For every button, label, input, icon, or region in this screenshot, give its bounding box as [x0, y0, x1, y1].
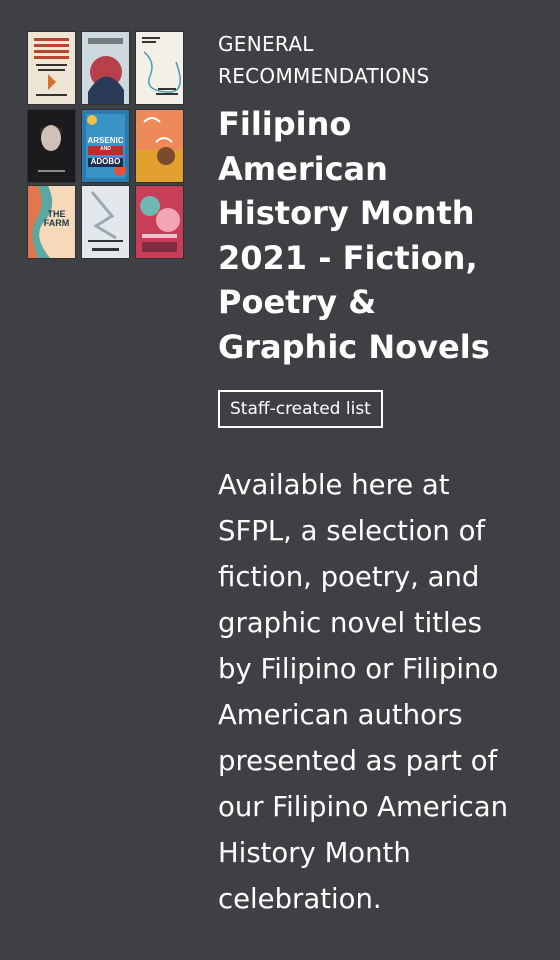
category-label: GENERAL RECOMMENDATIONS	[218, 32, 430, 88]
book-cover-revolution-raymundo-mata[interactable]	[28, 32, 75, 104]
book-cover-babaylan[interactable]	[82, 186, 129, 258]
list-title[interactable]: Filipino American History Month 2021 - F…	[218, 102, 548, 369]
staff-created-list-badge: Staff-created list	[218, 390, 383, 428]
book-cover-ambuscade[interactable]	[82, 32, 129, 104]
list-details: GENERAL RECOMMENDATIONS Filipino America…	[218, 28, 548, 922]
cover-art	[136, 110, 183, 182]
cover-art	[82, 32, 129, 104]
book-cover-arsenic-and-adobo[interactable]: ARSENIC AND ADOBO	[82, 110, 129, 182]
cover-title-adobo: ADOBO	[90, 157, 121, 166]
cover-art	[28, 110, 75, 182]
cover-art	[136, 32, 183, 104]
cover-title-arsenic: ARSENIC	[87, 136, 124, 145]
cover-art	[28, 32, 75, 104]
book-covers-collage[interactable]: ARSENIC AND ADOBO THE FARM	[28, 32, 184, 262]
book-cover-robin-hemley[interactable]	[28, 110, 75, 182]
cover-title-and: AND	[100, 146, 111, 152]
book-cover-pink-abstract[interactable]	[136, 186, 183, 258]
book-cover-once-upon-a-sim[interactable]	[136, 110, 183, 182]
book-cover-ragged-beast[interactable]	[136, 32, 183, 104]
list-description: Available here at SFPL, a selection of f…	[218, 469, 508, 915]
cover-art	[136, 186, 183, 258]
cover-art	[82, 186, 129, 258]
cover-title-the-farm: THE FARM	[43, 209, 70, 229]
book-cover-the-farm[interactable]: THE FARM	[28, 186, 75, 258]
